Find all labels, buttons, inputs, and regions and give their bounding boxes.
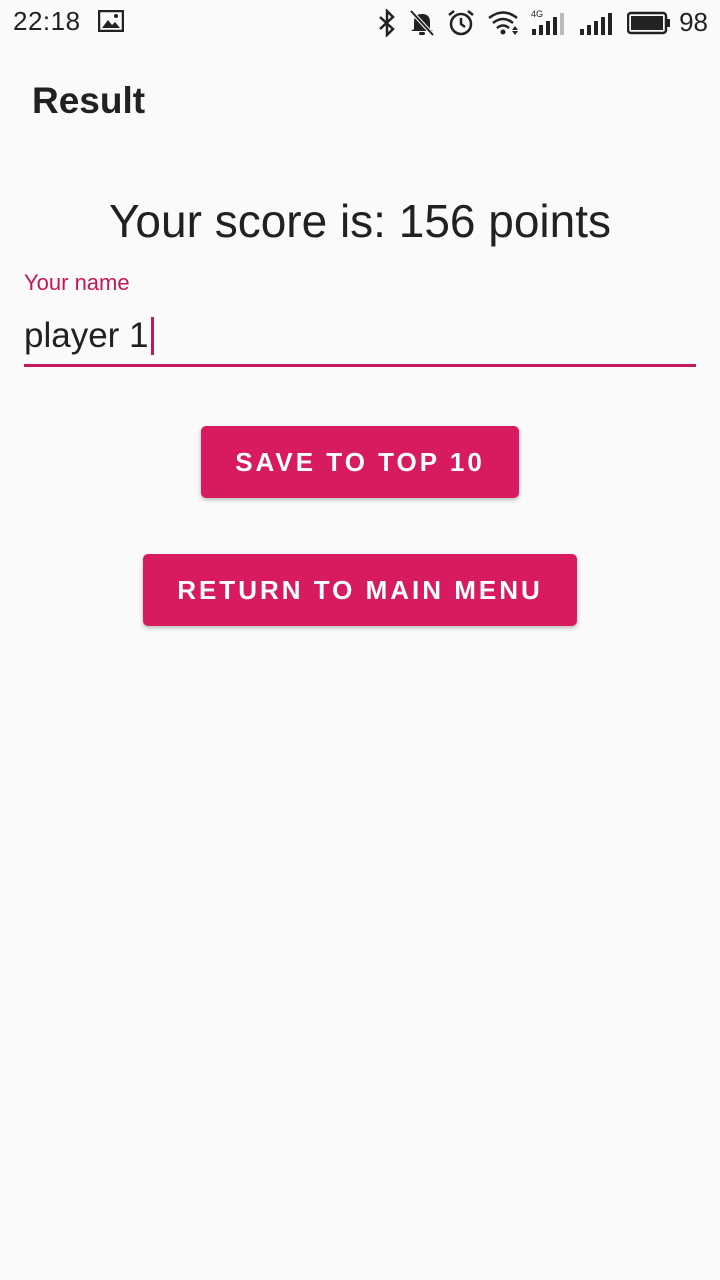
signal-4g-icon: 4G	[531, 9, 567, 37]
bluetooth-icon	[377, 8, 397, 37]
name-field-underline	[24, 364, 696, 367]
name-input-value: player 1	[24, 316, 149, 355]
text-cursor	[150, 317, 154, 355]
name-field-label: Your name	[24, 270, 130, 295]
page-title: Result	[32, 80, 146, 121]
status-bar: 22:18 4G 98	[0, 0, 720, 44]
network-label: 4G	[531, 9, 543, 19]
status-icons: 4G 98	[377, 7, 708, 38]
app-bar: Result	[0, 44, 720, 160]
signal-icon	[579, 9, 615, 37]
score-text: Your score is: 156 points	[108, 195, 612, 247]
name-input[interactable]: player 1	[24, 314, 154, 358]
battery-icon	[627, 11, 671, 35]
muted-bell-icon	[409, 9, 435, 37]
wifi-icon	[487, 10, 519, 36]
name-field[interactable]: Your name player 1	[24, 266, 696, 368]
alarm-icon	[447, 9, 475, 37]
save-to-top-10-button[interactable]: SAVE TO TOP 10	[201, 426, 519, 498]
status-time: 22:18	[13, 6, 81, 36]
gallery-icon	[97, 9, 125, 37]
battery-level: 98	[679, 7, 708, 37]
return-to-main-menu-button[interactable]: RETURN TO MAIN MENU	[143, 554, 577, 626]
